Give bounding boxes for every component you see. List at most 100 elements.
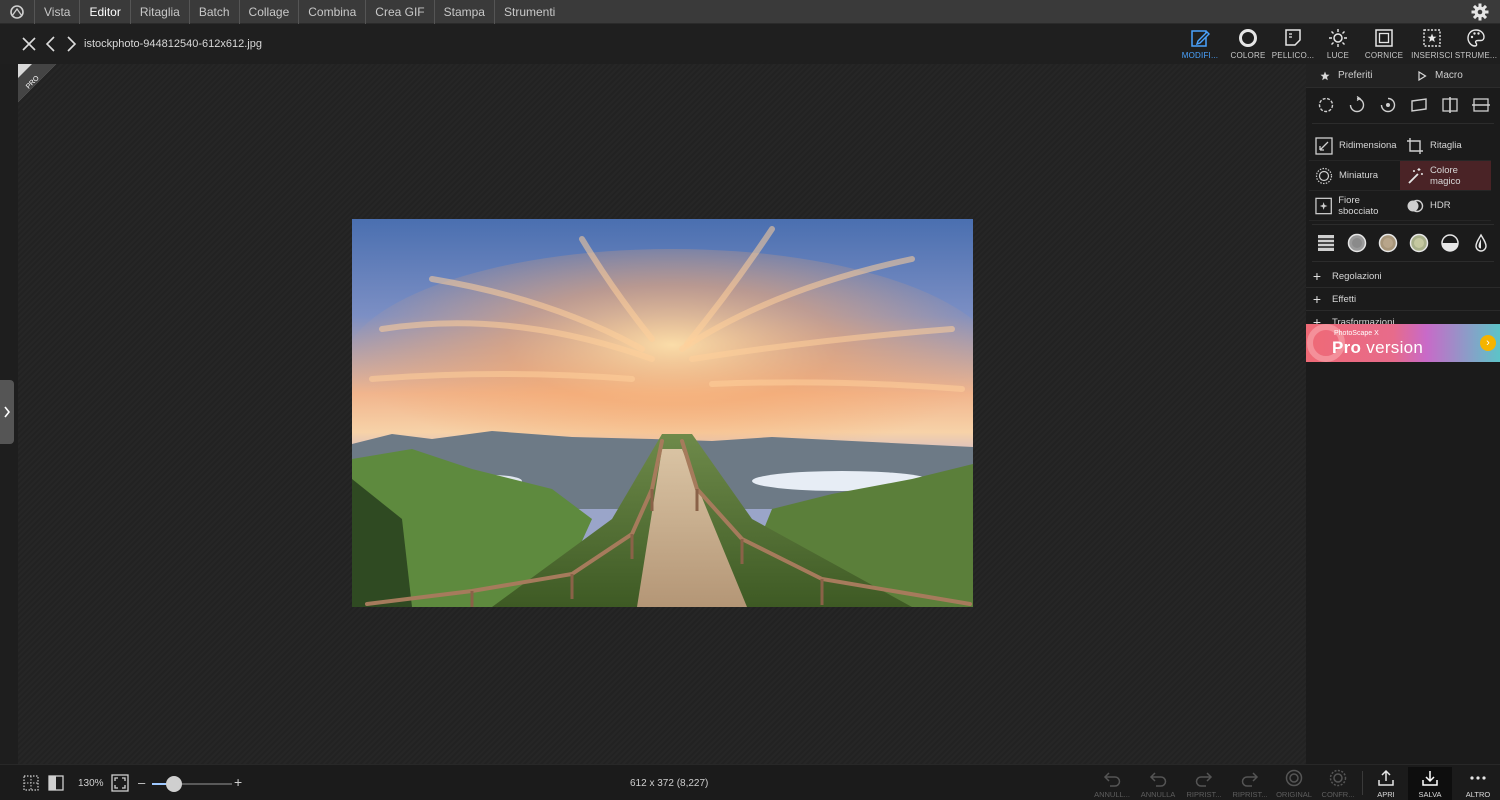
tool-miniatura[interactable]: Miniatura [1309,161,1400,191]
action-label: RIPRIST... [1186,790,1222,799]
promo-pro: Pro [1332,338,1362,357]
tool-label: Miniatura [1339,170,1379,181]
compare-button[interactable]: CONFR... [1316,767,1360,800]
insert-star-icon [1423,29,1441,47]
section-effetti[interactable]: + Effetti [1306,288,1500,311]
crop-icon [1407,137,1423,154]
hdr-icon [1407,199,1424,212]
tool-ridimensiona[interactable]: Ridimensiona [1309,131,1400,161]
status-bar: 130% – + 612 x 372 (8,227) ANNULL... ANN… [0,764,1500,800]
tab-macro[interactable]: Macro [1403,64,1500,87]
tool-label: HDR [1430,200,1451,211]
half-circle-icon[interactable] [1440,233,1460,253]
menu-vista[interactable]: Vista [34,0,79,24]
section-label: Effetti [1332,293,1357,305]
flip-vertical-icon[interactable] [1471,96,1490,114]
menu-stampa[interactable]: Stampa [433,0,494,24]
more-button[interactable]: ALTRO [1456,767,1500,800]
photo-preview[interactable] [352,219,973,607]
vignette-icon-2[interactable] [1378,233,1398,253]
action-label: ORIGINAL [1276,790,1312,799]
tool-label: Fiore sbocciato [1338,194,1379,217]
tab-preferiti[interactable]: Preferiti [1306,64,1403,87]
tool-label: Ridimensiona [1339,140,1397,151]
pro-version-banner[interactable]: PhotoScape X Pro version › [1306,324,1500,362]
menu-batch[interactable]: Batch [188,0,239,24]
tool-grid: Ridimensiona Ritaglia Miniatura Colore m… [1306,127,1500,221]
redo-all-icon [1241,772,1259,787]
miniature-icon [1315,167,1333,184]
flip-horizontal-icon[interactable] [1441,96,1459,114]
zoom-out-button[interactable]: – [138,775,145,790]
vignette-icon-1[interactable] [1347,233,1367,253]
redo-icon [1195,772,1213,787]
rotate-left-icon[interactable] [1317,96,1335,114]
grid-toggle-icon[interactable] [22,774,40,792]
zoom-in-button[interactable]: + [234,774,242,790]
zoom-level: 130% [78,778,104,789]
tool-luce[interactable]: LUCE [1316,28,1360,62]
undo-icon [1149,772,1167,787]
levels-icon[interactable] [1316,233,1336,253]
menu-ritaglia[interactable]: Ritaglia [129,0,189,24]
zoom-slider-knob[interactable] [166,776,183,792]
tool-label: MODIFI... [1181,51,1219,60]
tool-colore[interactable]: COLORE [1226,28,1270,62]
tool-pellicola[interactable]: PELLICO... [1271,28,1315,62]
menu-strumenti[interactable]: Strumenti [493,0,564,24]
close-icon[interactable] [20,35,38,53]
tool-modifica[interactable]: MODIFI... [1178,28,1222,62]
divider [1312,224,1494,225]
image-canvas[interactable]: PRO [18,64,1306,764]
rotate-right-icon[interactable] [1348,96,1366,114]
undo-all-button[interactable]: ANNULL... [1090,767,1134,800]
save-icon [1422,771,1438,786]
zoom-slider[interactable] [152,776,232,792]
menu-editor[interactable]: Editor [79,0,129,24]
redo-button[interactable]: RIPRIST... [1182,767,1226,800]
tool-ritaglia[interactable]: Ritaglia [1400,131,1491,161]
straighten-icon[interactable] [1410,96,1428,114]
redo-all-button[interactable]: RIPRIST... [1228,767,1272,800]
pro-badge[interactable]: PRO [18,64,56,102]
previous-icon[interactable] [42,35,60,53]
gear-icon[interactable] [1470,2,1490,22]
magic-wand-icon [1408,167,1423,184]
transform-icon-row [1306,90,1500,120]
tool-label: PELLICO... [1271,51,1315,60]
tool-fiore-sbocciato[interactable]: Fiore sbocciato [1309,191,1400,221]
left-panel-toggle[interactable] [0,380,14,444]
action-label: ANNULL... [1094,790,1130,799]
color-circle-icon [1239,29,1257,47]
tool-label: Ritaglia [1430,140,1462,151]
action-label: SALVA [1418,790,1442,799]
menu-crea-gif[interactable]: Crea GIF [365,0,433,24]
fit-to-screen-icon[interactable] [111,774,129,792]
menu-combina[interactable]: Combina [298,0,365,24]
chevron-right-icon: › [1480,335,1496,351]
next-icon[interactable] [62,35,80,53]
tool-cornice[interactable]: CORNICE [1362,28,1406,62]
rotate-free-icon[interactable] [1379,96,1397,114]
edit-icon [1191,30,1210,47]
undo-button[interactable]: ANNULLA [1136,767,1180,800]
original-button[interactable]: ORIGINAL [1272,767,1316,800]
drop-icon[interactable] [1471,233,1491,253]
tool-inserisci[interactable]: INSERISCI [1410,28,1454,62]
frame-icon [1375,29,1393,47]
section-regolazioni[interactable]: + Regolazioni [1306,265,1500,288]
menu-collage[interactable]: Collage [238,0,299,24]
sun-icon [1329,29,1347,47]
save-button[interactable]: SALVA [1408,767,1452,800]
app-logo-icon[interactable] [0,0,34,24]
divider [1312,123,1494,124]
action-label: APRI [1377,790,1395,799]
vignette-icon-3[interactable] [1409,233,1429,253]
tool-strumenti[interactable]: STRUME... [1454,28,1498,62]
bloom-icon [1315,197,1332,214]
compare-split-icon[interactable] [47,774,65,792]
tool-hdr[interactable]: HDR [1400,191,1491,221]
tool-colore-magico[interactable]: Colore magico [1400,161,1491,191]
open-button[interactable]: APRI [1364,767,1408,800]
resize-icon [1315,136,1333,155]
